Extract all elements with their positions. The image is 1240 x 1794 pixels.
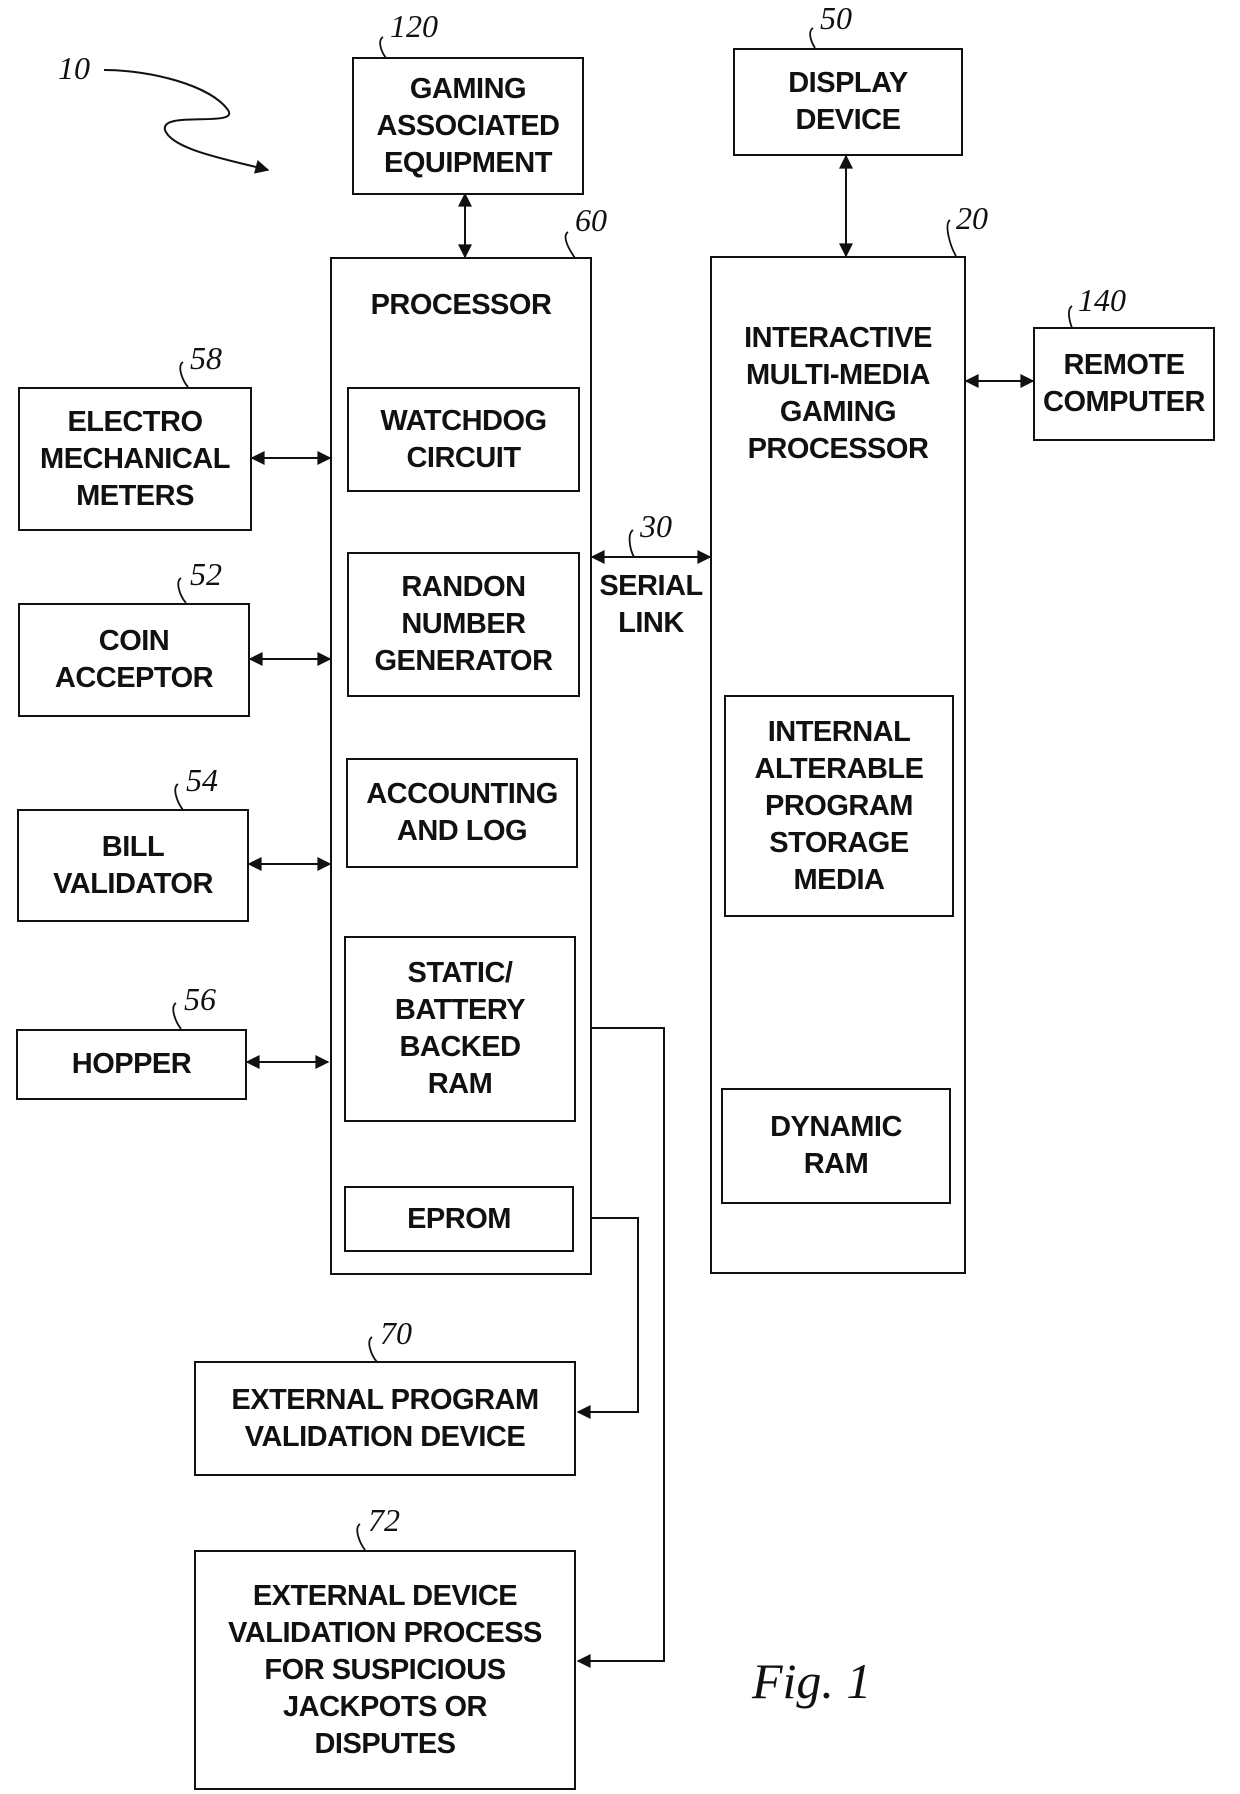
random-number-generator-block: RANDON NUMBER GENERATOR bbox=[347, 552, 580, 697]
ref-52: 52 bbox=[190, 556, 222, 592]
ref-54: 54 bbox=[186, 762, 218, 798]
bill-validator-label: BILL VALIDATOR bbox=[53, 830, 213, 900]
display-device-block: DISPLAY DEVICE bbox=[733, 48, 963, 156]
ref-120: 120 bbox=[390, 8, 438, 44]
block-diagram: 10 120 50 60 20 140 58 61 62 52 30 24 54… bbox=[0, 0, 1240, 1794]
ref-10: 10 bbox=[58, 50, 90, 86]
eprom-block: EPROM bbox=[344, 1186, 574, 1252]
processor-label: PROCESSOR bbox=[370, 289, 552, 321]
random-number-generator-label: RANDON NUMBER GENERATOR bbox=[374, 571, 553, 677]
serial-link-label: SERIAL LINK bbox=[599, 570, 703, 639]
watchdog-circuit-label: WATCHDOG CIRCUIT bbox=[380, 404, 547, 474]
interactive-multimedia-gaming-processor-label: INTERACTIVE MULTI-MEDIA GAMING PROCESSOR bbox=[744, 322, 932, 465]
ref-50: 50 bbox=[820, 0, 852, 36]
hopper-block: HOPPER bbox=[16, 1029, 247, 1100]
remote-computer-block: REMOTE COMPUTER bbox=[1033, 327, 1215, 441]
display-device-label: DISPLAY DEVICE bbox=[788, 67, 908, 136]
ref-140: 140 bbox=[1078, 282, 1126, 318]
figure-label: Fig. 1 bbox=[752, 1653, 872, 1709]
static-battery-backed-ram-block: STATIC/ BATTERY BACKED RAM bbox=[344, 936, 576, 1122]
electro-mechanical-meters-label: ELECTRO MECHANICAL METERS bbox=[40, 405, 230, 512]
system-pointer-arrow bbox=[103, 69, 270, 174]
gaming-associated-equipment-label: GAMING ASSOCIATED EQUIPMENT bbox=[376, 72, 560, 179]
ref-20: 20 bbox=[956, 200, 988, 236]
dynamic-ram-label: DYNAMIC RAM bbox=[770, 1111, 902, 1180]
external-program-validation-device-label: EXTERNAL PROGRAM VALIDATION DEVICE bbox=[231, 1383, 539, 1453]
ref-72: 72 bbox=[368, 1502, 400, 1538]
static-battery-backed-ram-label: STATIC/ BATTERY BACKED RAM bbox=[394, 957, 526, 1100]
ref-60: 60 bbox=[575, 202, 607, 238]
coin-acceptor-block: COIN ACCEPTOR bbox=[18, 603, 250, 717]
hopper-label: HOPPER bbox=[71, 1048, 192, 1080]
ref-30: 30 bbox=[640, 508, 672, 544]
electro-mechanical-meters-block: ELECTRO MECHANICAL METERS bbox=[18, 387, 252, 531]
dynamic-ram-block: DYNAMIC RAM bbox=[721, 1088, 951, 1204]
external-program-validation-device-block: EXTERNAL PROGRAM VALIDATION DEVICE bbox=[194, 1361, 576, 1476]
ref-70: 70 bbox=[380, 1315, 412, 1351]
external-device-validation-process-label: EXTERNAL DEVICE VALIDATION PROCESS FOR S… bbox=[228, 1579, 542, 1760]
internal-alterable-program-storage-media-label: INTERNAL ALTERABLE PROGRAM STORAGE MEDIA bbox=[754, 715, 924, 896]
gaming-associated-equipment-block: GAMING ASSOCIATED EQUIPMENT bbox=[352, 57, 584, 195]
external-device-validation-process-block: EXTERNAL DEVICE VALIDATION PROCESS FOR S… bbox=[194, 1550, 576, 1790]
eprom-label: EPROM bbox=[407, 1202, 511, 1235]
remote-computer-label: REMOTE COMPUTER bbox=[1043, 349, 1205, 418]
ref-58: 58 bbox=[190, 340, 222, 376]
internal-alterable-program-storage-media-block: INTERNAL ALTERABLE PROGRAM STORAGE MEDIA bbox=[724, 695, 954, 917]
bill-validator-block: BILL VALIDATOR bbox=[17, 809, 249, 922]
ref-56: 56 bbox=[184, 981, 216, 1017]
accounting-and-log-label: ACCOUNTING AND LOG bbox=[366, 778, 558, 847]
coin-acceptor-label: COIN ACCEPTOR bbox=[54, 625, 214, 694]
accounting-and-log-block: ACCOUNTING AND LOG bbox=[346, 758, 578, 868]
watchdog-circuit-block: WATCHDOG CIRCUIT bbox=[347, 387, 580, 492]
